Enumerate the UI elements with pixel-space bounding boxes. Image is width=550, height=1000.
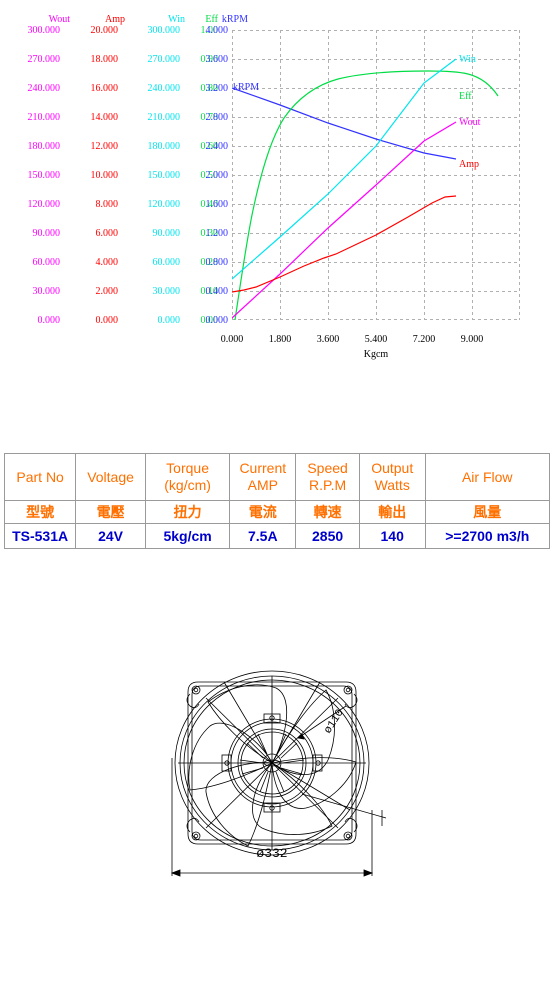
header-current-line2: AMP	[247, 477, 278, 493]
header-cn-output: 輸出	[358, 500, 426, 524]
curve-label-amp: Amp	[459, 159, 479, 170]
header-cn-current: 電流	[229, 500, 297, 524]
axis-header-krpm: kRPM	[221, 14, 248, 25]
header-torque-line1: Torque	[166, 460, 209, 476]
curve-amp	[232, 195, 457, 293]
axis-header-amp: Amp	[105, 14, 125, 25]
curve-krpm	[232, 87, 457, 160]
header-air-flow: Air Flow	[424, 453, 550, 501]
table-header-row-cn: 型號 電壓 扭力 電流 轉速 輸出 風量	[3, 500, 550, 524]
header-speed-line2: R.P.M	[309, 477, 347, 493]
header-speed-line1: Speed	[307, 460, 348, 476]
axis-header-wout: Wout	[48, 14, 70, 25]
specification-table: Part No Voltage Torque (kg/cm) Current A…	[3, 453, 550, 549]
header-air-flow-line1: Air Flow	[461, 468, 513, 485]
header-cn-air-flow: 風量	[424, 500, 550, 524]
axis-header-win: Win	[168, 14, 185, 25]
header-torque-line2: (kg/cm)	[164, 477, 211, 493]
curve-label-eff: Eff	[459, 91, 472, 102]
header-speed: Speed R.P.M	[295, 453, 360, 501]
hub-diameter-label: ø110	[322, 707, 346, 736]
header-part-no: Part No	[3, 453, 77, 501]
value-air-flow: >=2700 m3/h	[424, 523, 550, 549]
header-voltage: Voltage	[75, 453, 146, 501]
curve-label-krpm: kRPM	[233, 82, 260, 93]
curve-wout	[232, 121, 457, 319]
header-cn-part-no: 型號	[3, 500, 77, 524]
header-output-line2: Watts	[374, 477, 410, 493]
value-current: 7.5A	[229, 523, 297, 549]
header-output-line1: Output	[371, 460, 414, 476]
curve-label-win: Win	[459, 54, 476, 65]
header-cn-torque: 扭力	[144, 500, 231, 524]
x-axis-label: Kgcm	[363, 349, 389, 360]
curve-eff	[234, 70, 499, 320]
header-cn-voltage: 電壓	[75, 500, 146, 524]
header-voltage-line1: Voltage	[87, 468, 134, 485]
value-part-no: TS-531A	[3, 523, 77, 549]
xtick-5: 9.000	[460, 334, 484, 345]
header-output: Output Watts	[358, 453, 426, 501]
header-current-line1: Current	[239, 460, 287, 476]
header-torque: Torque (kg/cm)	[144, 453, 231, 501]
outer-diameter-label: ø332	[256, 846, 288, 861]
depth-leader	[301, 793, 387, 826]
value-torque: 5kg/cm	[144, 523, 231, 549]
plot-area: kRPM Win Eff Wout Amp	[232, 30, 520, 320]
performance-chart: Wout Amp Win Eff kRPM 300.000 270.000 24…	[0, 0, 550, 400]
header-cn-speed: 轉速	[295, 500, 360, 524]
value-output: 140	[358, 523, 426, 549]
value-speed: 2850	[295, 523, 360, 549]
header-current: Current AMP	[229, 453, 297, 501]
value-voltage: 24V	[75, 523, 146, 549]
curve-label-wout: Wout	[459, 117, 481, 128]
header-part-no-line1: Part No	[16, 468, 64, 485]
fan-technical-drawing: ø110 ø332	[150, 660, 400, 890]
table-row: TS-531A 24V 5kg/cm 7.5A 2850 140 >=2700 …	[3, 523, 550, 549]
table-header-row-en: Part No Voltage Torque (kg/cm) Current A…	[3, 453, 550, 501]
fan-blades	[188, 684, 357, 847]
curve-win	[232, 58, 457, 280]
